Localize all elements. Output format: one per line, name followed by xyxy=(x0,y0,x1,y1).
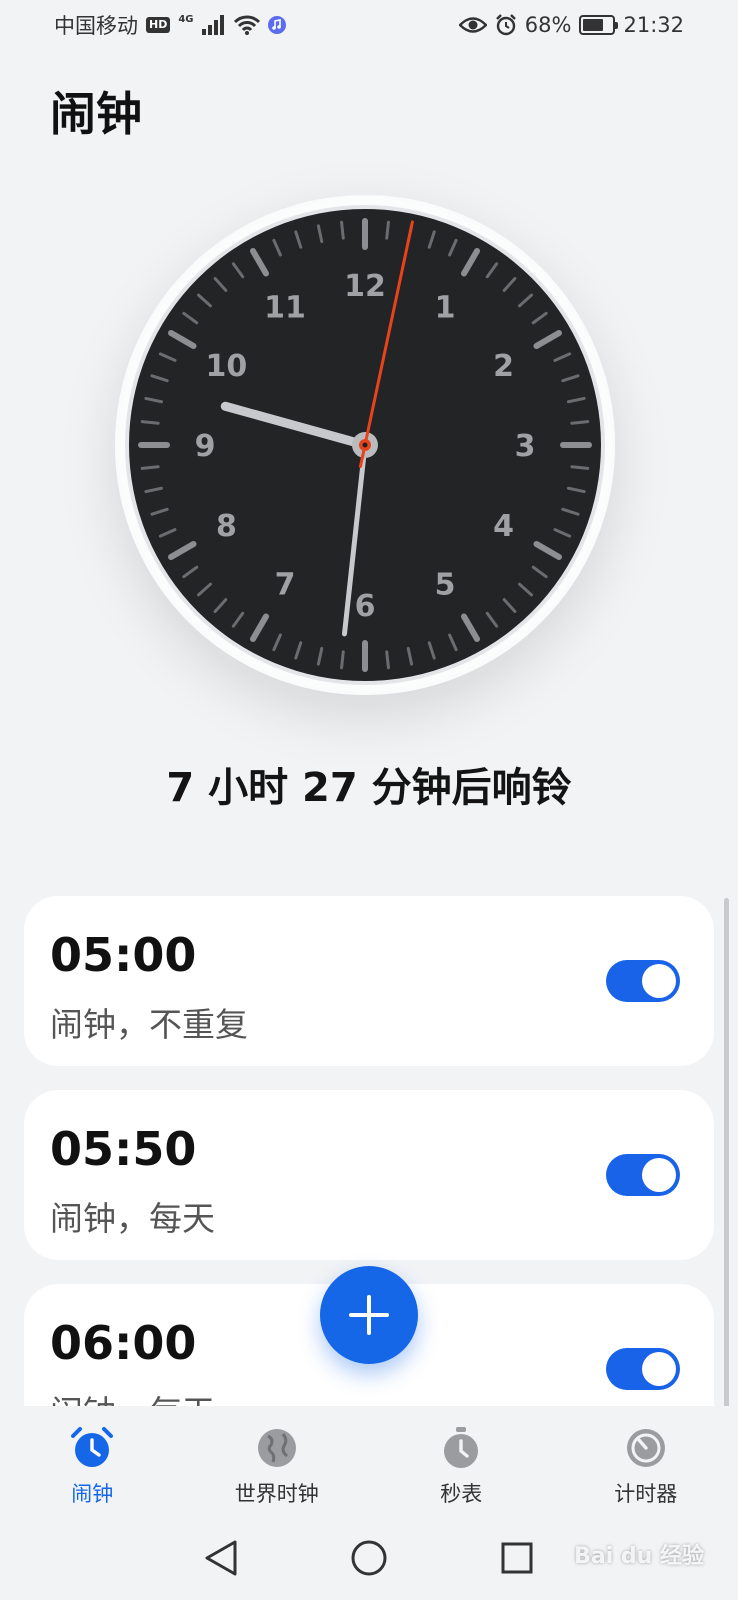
alarm-card[interactable]: 05:50 闹钟，每天 xyxy=(24,1090,714,1260)
tab-alarm[interactable]: 闹钟 xyxy=(0,1406,185,1516)
hour-number: 11 xyxy=(264,290,306,325)
watermark: Bai du 经验 xyxy=(574,1544,704,1569)
analog-clock: 12 1 2 3 4 5 6 7 8 9 10 11 xyxy=(115,195,615,695)
tab-label: 秒表 xyxy=(440,1482,483,1506)
alarm-toggle[interactable] xyxy=(606,1154,680,1196)
network-type: 4G xyxy=(178,13,194,25)
music-app-icon xyxy=(267,16,286,34)
tab-stopwatch[interactable]: 秒表 xyxy=(369,1406,554,1516)
recents-icon[interactable] xyxy=(499,1540,535,1576)
status-right: 68% 21:32 xyxy=(458,13,684,37)
minute-tick xyxy=(340,220,345,240)
toggle-knob xyxy=(642,964,676,998)
hour-number: 12 xyxy=(344,269,386,304)
minute-tick xyxy=(140,465,160,470)
minute-tick xyxy=(140,420,160,425)
tab-timer[interactable]: 计时器 xyxy=(554,1406,738,1516)
add-alarm-button[interactable] xyxy=(320,1266,418,1364)
minute-tick xyxy=(385,220,390,240)
plus-icon xyxy=(349,1295,389,1335)
alarm-time: 06:00 xyxy=(50,1316,197,1370)
minute-tick xyxy=(385,650,390,670)
hour-number: 8 xyxy=(216,509,237,544)
signal-icon xyxy=(201,15,224,35)
hour-number: 4 xyxy=(493,509,514,544)
page-title: 闹钟 xyxy=(50,87,142,141)
alarm-toggle[interactable] xyxy=(606,960,680,1002)
tab-label: 计时器 xyxy=(614,1482,678,1506)
clock-face: 121234567891011 xyxy=(125,205,605,685)
hour-number: 6 xyxy=(355,589,376,624)
alarm-time: 05:50 xyxy=(50,1122,197,1176)
hour-number: 5 xyxy=(435,568,456,603)
battery-percent: 68% xyxy=(524,13,572,37)
battery-fill xyxy=(583,19,603,31)
status-bar: 中国移动 HD 4G 68% 21:32 xyxy=(0,0,738,50)
list-scrollbar[interactable] xyxy=(724,898,729,1410)
hd-badge: HD xyxy=(146,17,171,33)
tab-label: 世界时钟 xyxy=(234,1482,319,1506)
alarm-description: 闹钟，每天 xyxy=(50,1386,215,1406)
wifi-icon xyxy=(233,15,260,35)
toggle-knob xyxy=(642,1352,676,1386)
status-left: 中国移动 HD 4G xyxy=(54,10,286,40)
alarm-description: 闹钟，每天 xyxy=(50,1199,215,1238)
minute-tick xyxy=(340,650,345,670)
hour-number: 7 xyxy=(275,568,296,603)
hour-number: 10 xyxy=(206,349,248,384)
hub-pin xyxy=(362,442,368,448)
minute-tick xyxy=(570,420,590,425)
timer-icon xyxy=(626,1429,665,1467)
alarm-toggle[interactable] xyxy=(606,1348,680,1390)
stopwatch-icon xyxy=(444,1427,479,1468)
alarm-time: 05:00 xyxy=(50,928,197,982)
minute-tick xyxy=(570,465,590,470)
hour-number: 9 xyxy=(195,429,216,464)
alarm-status-icon xyxy=(495,14,516,36)
eye-icon xyxy=(458,17,487,33)
alarm-clock-icon xyxy=(71,1427,114,1467)
tab-world-clock[interactable]: 世界时钟 xyxy=(185,1406,370,1516)
bottom-nav: 闹钟 世界时钟 秒表 计时器 xyxy=(0,1406,738,1516)
hour-number: 1 xyxy=(435,290,456,325)
carrier-name: 中国移动 xyxy=(54,14,138,38)
alarm-card[interactable]: 05:00 闹钟，不重复 xyxy=(24,896,714,1066)
alarm-description: 闹钟，不重复 xyxy=(50,1005,248,1044)
battery-icon xyxy=(579,15,619,35)
back-icon[interactable] xyxy=(203,1538,239,1578)
toggle-knob xyxy=(642,1158,676,1192)
hour-number: 3 xyxy=(515,429,536,464)
next-alarm-countdown: 7 小时 27 分钟后响铃 xyxy=(166,765,572,811)
home-icon[interactable] xyxy=(349,1538,389,1578)
status-time: 21:32 xyxy=(623,13,684,37)
tab-label: 闹钟 xyxy=(71,1482,114,1506)
globe-icon xyxy=(257,1429,296,1467)
hour-number: 2 xyxy=(493,349,514,384)
